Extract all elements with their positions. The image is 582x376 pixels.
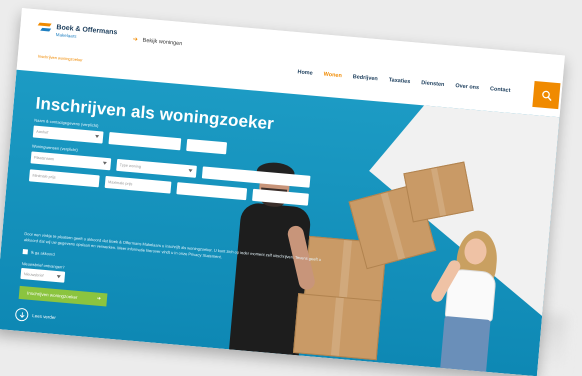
search-button[interactable] xyxy=(532,80,561,110)
tussenvoegsel-field[interactable] xyxy=(186,138,228,155)
bekijk-woningen-label: Bekijk woningen xyxy=(142,37,183,47)
aanhef-value: Aanhef xyxy=(36,129,49,135)
chevron-down-icon xyxy=(188,169,193,173)
plaats-value: Plaatsnaam xyxy=(33,155,55,162)
hero-section: Inschrijven als woningzoeker Naam & cont… xyxy=(0,69,560,376)
plaats-select[interactable]: Plaatsnaam xyxy=(30,151,112,171)
type-value: Type woning xyxy=(119,163,142,169)
nav-item-over-ons[interactable]: Over ons xyxy=(455,83,479,91)
submit-label: Inschrijven woningzoeker xyxy=(26,290,78,300)
moving-box xyxy=(292,293,382,361)
arrow-down-icon xyxy=(14,307,29,322)
nav-item-contact[interactable]: Contact xyxy=(490,86,511,94)
read-more-link[interactable]: Lees verder xyxy=(14,307,57,325)
email-field[interactable] xyxy=(176,182,248,201)
consent-checkbox-row[interactable]: Ik ga akkoord xyxy=(22,249,55,257)
webpage: Boek & Offermans Makelaars ➔ Bekijk woni… xyxy=(0,8,565,376)
newsletter-select[interactable]: Nieuwsbrief xyxy=(20,267,66,283)
consent-checkbox-label: Ik ga akkoord xyxy=(30,249,55,257)
main-nav: Home Wonen Bedrijven Taxaties Diensten O… xyxy=(297,69,521,95)
chevron-down-icon xyxy=(102,161,107,165)
newsletter-value: Nieuwsbrief xyxy=(23,271,44,278)
submit-button[interactable]: Inschrijven woningzoeker ➔ xyxy=(18,285,108,307)
aanhef-select[interactable]: Aanhef xyxy=(32,125,104,144)
read-more-label: Lees verder xyxy=(32,313,57,321)
logo-mark-icon xyxy=(38,23,53,34)
logo[interactable]: Boek & Offermans Makelaars xyxy=(38,23,118,44)
voornaam-field[interactable] xyxy=(108,132,182,151)
arrow-right-icon: ➔ xyxy=(132,36,138,44)
bekijk-woningen-link[interactable]: ➔ Bekijk woningen xyxy=(132,36,182,47)
woman-jeans xyxy=(439,316,491,376)
chevron-down-icon xyxy=(56,275,61,279)
maximale-prijs-field[interactable]: Maximale prijs xyxy=(104,175,172,194)
breadcrumb[interactable]: Inschrijven woningzoeker xyxy=(38,54,83,63)
chevron-down-icon xyxy=(94,134,100,139)
search-icon xyxy=(541,90,552,101)
nav-item-diensten[interactable]: Diensten xyxy=(421,80,445,88)
type-select[interactable]: Type woning xyxy=(116,158,197,178)
minimale-prijs-field[interactable]: Minimale prijs xyxy=(28,169,100,188)
consent-checkbox[interactable] xyxy=(22,249,28,255)
nav-item-home[interactable]: Home xyxy=(297,69,313,76)
nav-item-wonen[interactable]: Wonen xyxy=(323,72,342,80)
nav-item-bedrijven[interactable]: Bedrijven xyxy=(352,74,378,82)
nav-item-taxaties[interactable]: Taxaties xyxy=(388,77,410,85)
arrow-right-icon: ➔ xyxy=(96,295,102,302)
